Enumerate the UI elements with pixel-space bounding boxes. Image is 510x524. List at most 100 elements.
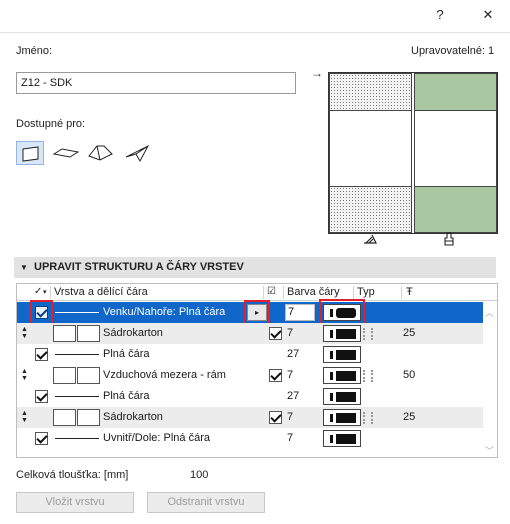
header-thickness-icon: Ŧ (406, 286, 413, 298)
layer-type-icon[interactable] (363, 328, 373, 340)
scroll-down-arrow[interactable]: ﹀ (485, 444, 494, 457)
line-sample (55, 396, 99, 397)
row-name: Sádrokarton (103, 411, 163, 423)
header-pen-color: Barva čáry (287, 286, 340, 298)
table-row[interactable]: ▲ ▼ Sádrokarton 7 25 (17, 407, 483, 428)
row-name: Sádrokarton (103, 327, 163, 339)
row-name: Uvnitř/Dole: Plná čára (103, 432, 210, 444)
total-thickness-value: 100 (190, 469, 209, 481)
pen-number[interactable]: 7 (287, 407, 293, 428)
row-name: Vzduchová mezera - rám (103, 369, 226, 381)
pen-color-swatch[interactable] (323, 346, 361, 363)
surface-paint-icon (444, 232, 454, 246)
total-thickness-label: Celková tloušťka: [mm] (16, 469, 129, 481)
help-button[interactable]: ? (428, 4, 452, 26)
row-name: Venku/Nahoře: Plná čára (103, 306, 226, 318)
layer-table: ✓ ▾ Vrstva a dělící čára ☑ Barva čáry Ty… (16, 283, 498, 458)
move-handle-icon[interactable]: ▲ ▼ (20, 326, 29, 340)
wall-tool-button[interactable] (16, 141, 44, 165)
layer-type-icon[interactable] (363, 412, 373, 424)
pen-color-swatch[interactable] (323, 325, 361, 342)
surface-swatch[interactable] (77, 325, 100, 342)
shell-tool-button[interactable] (122, 141, 150, 165)
row-checkbox[interactable] (35, 348, 48, 361)
header-separator (401, 286, 402, 299)
editable-count-label: Upravovatelné: 1 (411, 45, 495, 57)
scroll-up-arrow[interactable]: ︿ (485, 306, 494, 319)
thickness-value[interactable]: 25 (403, 323, 415, 344)
pen-color-swatch[interactable] (323, 409, 361, 426)
line-sample (55, 312, 99, 313)
pen-number[interactable]: 27 (287, 344, 299, 365)
preview-layer-outer (329, 73, 412, 111)
pen-number-input[interactable]: 7 (285, 304, 315, 321)
header-sort-icon: ▾ (43, 289, 47, 296)
surface-swatch[interactable] (77, 409, 100, 426)
pen-number[interactable]: 27 (287, 386, 299, 407)
header-type: Typ (357, 286, 375, 298)
pen-number[interactable]: 7 (287, 323, 293, 344)
titlebar-divider (0, 32, 510, 33)
pen-color-swatch[interactable] (323, 430, 361, 447)
highlight-box-pen (319, 299, 365, 326)
name-input[interactable]: Z12 - SDK (16, 72, 296, 94)
move-handle-icon[interactable]: ▲ ▼ (20, 410, 29, 424)
table-row[interactable]: Uvnitř/Dole: Plná čára 7 (17, 428, 483, 449)
cut-fill-icon (364, 234, 377, 244)
pen-color-swatch[interactable] (323, 367, 361, 384)
remove-layer-button[interactable]: Odstranit vrstvu (147, 492, 265, 513)
header-visibility-icon: ☑ (267, 286, 276, 297)
table-row[interactable]: ▲ ▼ Vzduchová mezera - rám 7 50 (17, 365, 483, 386)
header-separator (263, 286, 264, 299)
structure-preview (328, 72, 498, 234)
highlight-box-arrow (244, 300, 270, 325)
fill-swatch[interactable] (53, 409, 76, 426)
visibility-checkbox[interactable] (269, 369, 282, 382)
preview-surface-air (414, 110, 497, 187)
close-button[interactable]: ✕ (476, 4, 500, 26)
roof-tool-icon (88, 145, 113, 161)
edit-structure-section-header[interactable]: ▼ UPRAVIT STRUKTURU A ČÁRY VRSTEV (14, 257, 496, 278)
thickness-value[interactable]: 25 (403, 407, 415, 428)
slab-tool-icon (52, 148, 80, 158)
preview-surface-outer (414, 73, 497, 111)
thickness-value[interactable]: 50 (403, 365, 415, 386)
section-title: UPRAVIT STRUKTURU A ČÁRY VRSTEV (34, 261, 244, 273)
row-checkbox[interactable] (35, 390, 48, 403)
row-name: Plná čára (103, 390, 150, 402)
header-separator (283, 286, 284, 299)
line-sample (55, 438, 99, 439)
preview-surface-column (414, 73, 497, 233)
pen-color-swatch[interactable] (323, 388, 361, 405)
header-check-icon: ✓ (34, 286, 43, 297)
insert-layer-button[interactable]: Vložit vrstvu (16, 492, 134, 513)
pen-number[interactable]: 7 (287, 365, 293, 386)
header-layer: Vrstva a dělící čára (54, 286, 148, 298)
row-checkbox[interactable] (35, 432, 48, 445)
name-label: Jméno: (16, 45, 53, 57)
pen-number[interactable]: 7 (287, 428, 293, 449)
preview-layer-air (329, 110, 412, 187)
table-header: ✓ ▾ Vrstva a dělící čára ☑ Barva čáry Ty… (17, 284, 497, 301)
visibility-checkbox[interactable] (269, 327, 282, 340)
roof-tool-button[interactable] (86, 141, 114, 165)
available-for-label: Dostupné pro: (16, 118, 86, 130)
wall-tool-icon (22, 146, 39, 162)
table-row[interactable]: Plná čára 27 (17, 344, 483, 365)
slab-tool-button[interactable] (51, 141, 80, 165)
table-row[interactable]: ▲ ▼ Sádrokarton 7 25 (17, 323, 483, 344)
line-sample (55, 354, 99, 355)
preview-layer-inner (329, 186, 412, 233)
visibility-checkbox[interactable] (269, 411, 282, 424)
fill-swatch[interactable] (53, 367, 76, 384)
header-separator (353, 286, 354, 299)
header-separator (50, 286, 51, 299)
fill-swatch[interactable] (53, 325, 76, 342)
row-name: Plná čára (103, 348, 150, 360)
table-row[interactable]: Plná čára 27 (17, 386, 483, 407)
preview-plan-column (329, 73, 412, 233)
surface-swatch[interactable] (77, 367, 100, 384)
layer-type-icon[interactable] (363, 370, 373, 382)
preview-surface-inner (414, 186, 497, 233)
move-handle-icon[interactable]: ▲ ▼ (20, 368, 29, 382)
